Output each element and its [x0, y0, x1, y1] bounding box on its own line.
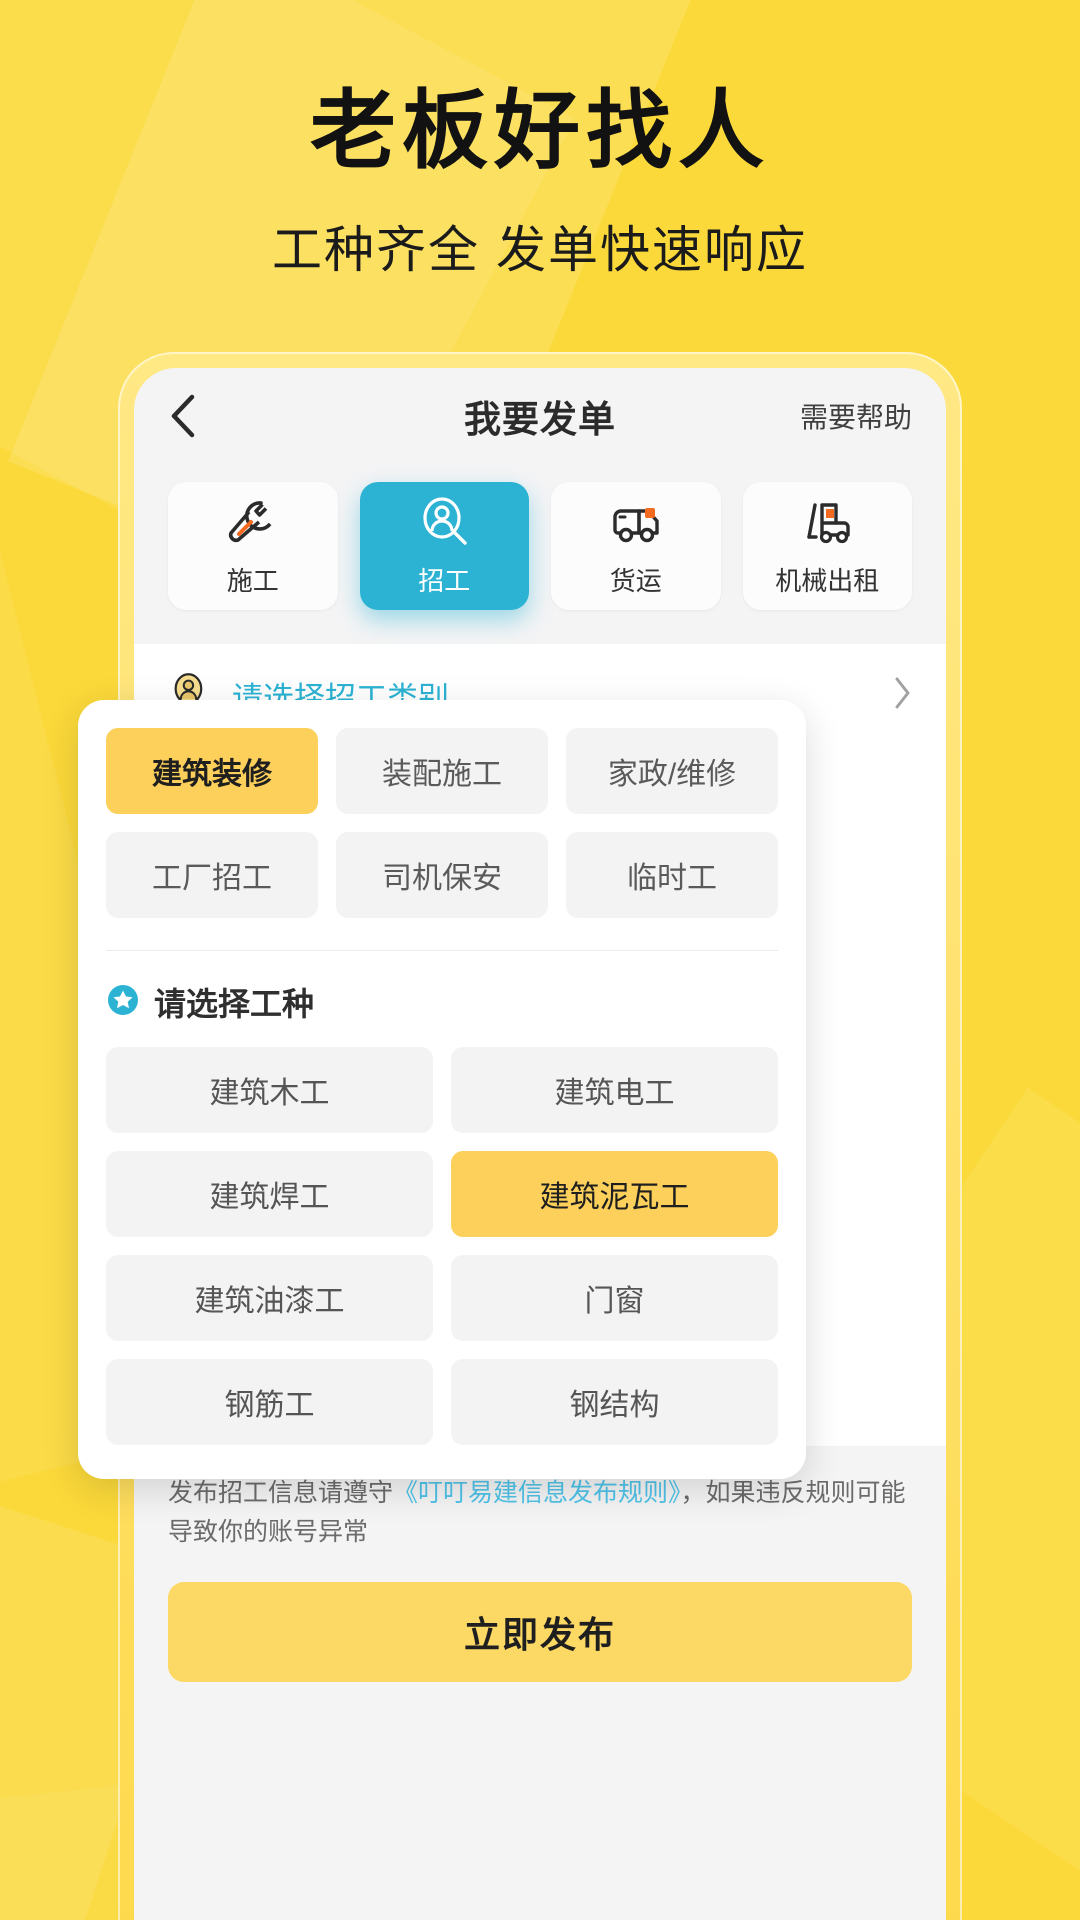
order-type-label: 机械出租 [775, 565, 880, 596]
category-picker-popup: 建筑装修 装配施工 家政/维修 工厂招工 司机保安 临时工 请选择工种 建筑木工… [78, 700, 806, 1479]
wrench-icon [226, 495, 280, 549]
job-chip[interactable]: 建筑电工 [451, 1047, 778, 1133]
hero-section: 老板好找人 工种齐全 发单快速响应 [0, 86, 1080, 282]
person-search-icon [417, 495, 471, 549]
order-type-label: 招工 [418, 565, 471, 596]
job-chip[interactable]: 建筑木工 [106, 1047, 433, 1133]
order-type-tab-recruit[interactable]: 招工 [359, 482, 529, 610]
order-type-tab-machinery[interactable]: 机械出租 [742, 482, 912, 610]
page-subtitle: 工种齐全 发单快速响应 [272, 222, 808, 279]
category-chip[interactable]: 临时工 [566, 832, 778, 918]
category-chip[interactable]: 家政/维修 [566, 728, 778, 814]
job-chip[interactable]: 建筑焊工 [106, 1151, 433, 1237]
publish-button-wrap: 立即发布 [134, 1551, 946, 1722]
category-chip[interactable]: 工厂招工 [106, 832, 318, 918]
disclaimer-prefix: 发布招工信息请遵守 [168, 1479, 394, 1507]
job-chip[interactable]: 建筑油漆工 [106, 1255, 433, 1341]
job-chip[interactable]: 钢结构 [451, 1359, 778, 1445]
publish-button[interactable]: 立即发布 [168, 1581, 912, 1682]
rules-link[interactable]: 《叮叮易建信息发布规则》 [393, 1479, 681, 1507]
category-chip-grid: 建筑装修 装配施工 家政/维修 工厂招工 司机保安 临时工 [106, 728, 778, 918]
page-title: 老板好找人 [310, 83, 770, 179]
category-chip[interactable]: 建筑装修 [106, 728, 318, 814]
navbar: 我要发单 需要帮助 [134, 368, 946, 464]
chevron-right-icon [892, 676, 912, 715]
category-chip[interactable]: 司机保安 [336, 832, 548, 918]
disclaimer-text: 发布招工信息请遵守《叮叮易建信息发布规则》，如果违反规则可能导致你的账号异常 [168, 1474, 912, 1552]
back-button[interactable] [168, 393, 214, 439]
order-type-label: 施工 [226, 565, 279, 596]
chevron-left-icon [168, 392, 198, 440]
order-type-tabs: 施工 招工 货运 机械出租 [134, 464, 946, 644]
order-type-tab-construction[interactable]: 施工 [168, 482, 338, 610]
job-section-header: 请选择工种 [106, 951, 778, 1047]
category-chip[interactable]: 装配施工 [336, 728, 548, 814]
forklift-icon [800, 495, 854, 549]
star-circle-icon [106, 983, 140, 1022]
order-type-tab-freight[interactable]: 货运 [551, 482, 721, 610]
job-chip[interactable]: 钢筋工 [106, 1359, 433, 1445]
order-type-label: 货运 [609, 565, 662, 596]
job-chip[interactable]: 门窗 [451, 1255, 778, 1341]
job-section-title: 请选择工种 [154, 986, 315, 1022]
truck-icon [609, 495, 663, 549]
job-chip[interactable]: 建筑泥瓦工 [451, 1151, 778, 1237]
help-link[interactable]: 需要帮助 [800, 396, 912, 436]
job-chip-grid: 建筑木工 建筑电工 建筑焊工 建筑泥瓦工 建筑油漆工 门窗 钢筋工 钢结构 [106, 1047, 778, 1445]
